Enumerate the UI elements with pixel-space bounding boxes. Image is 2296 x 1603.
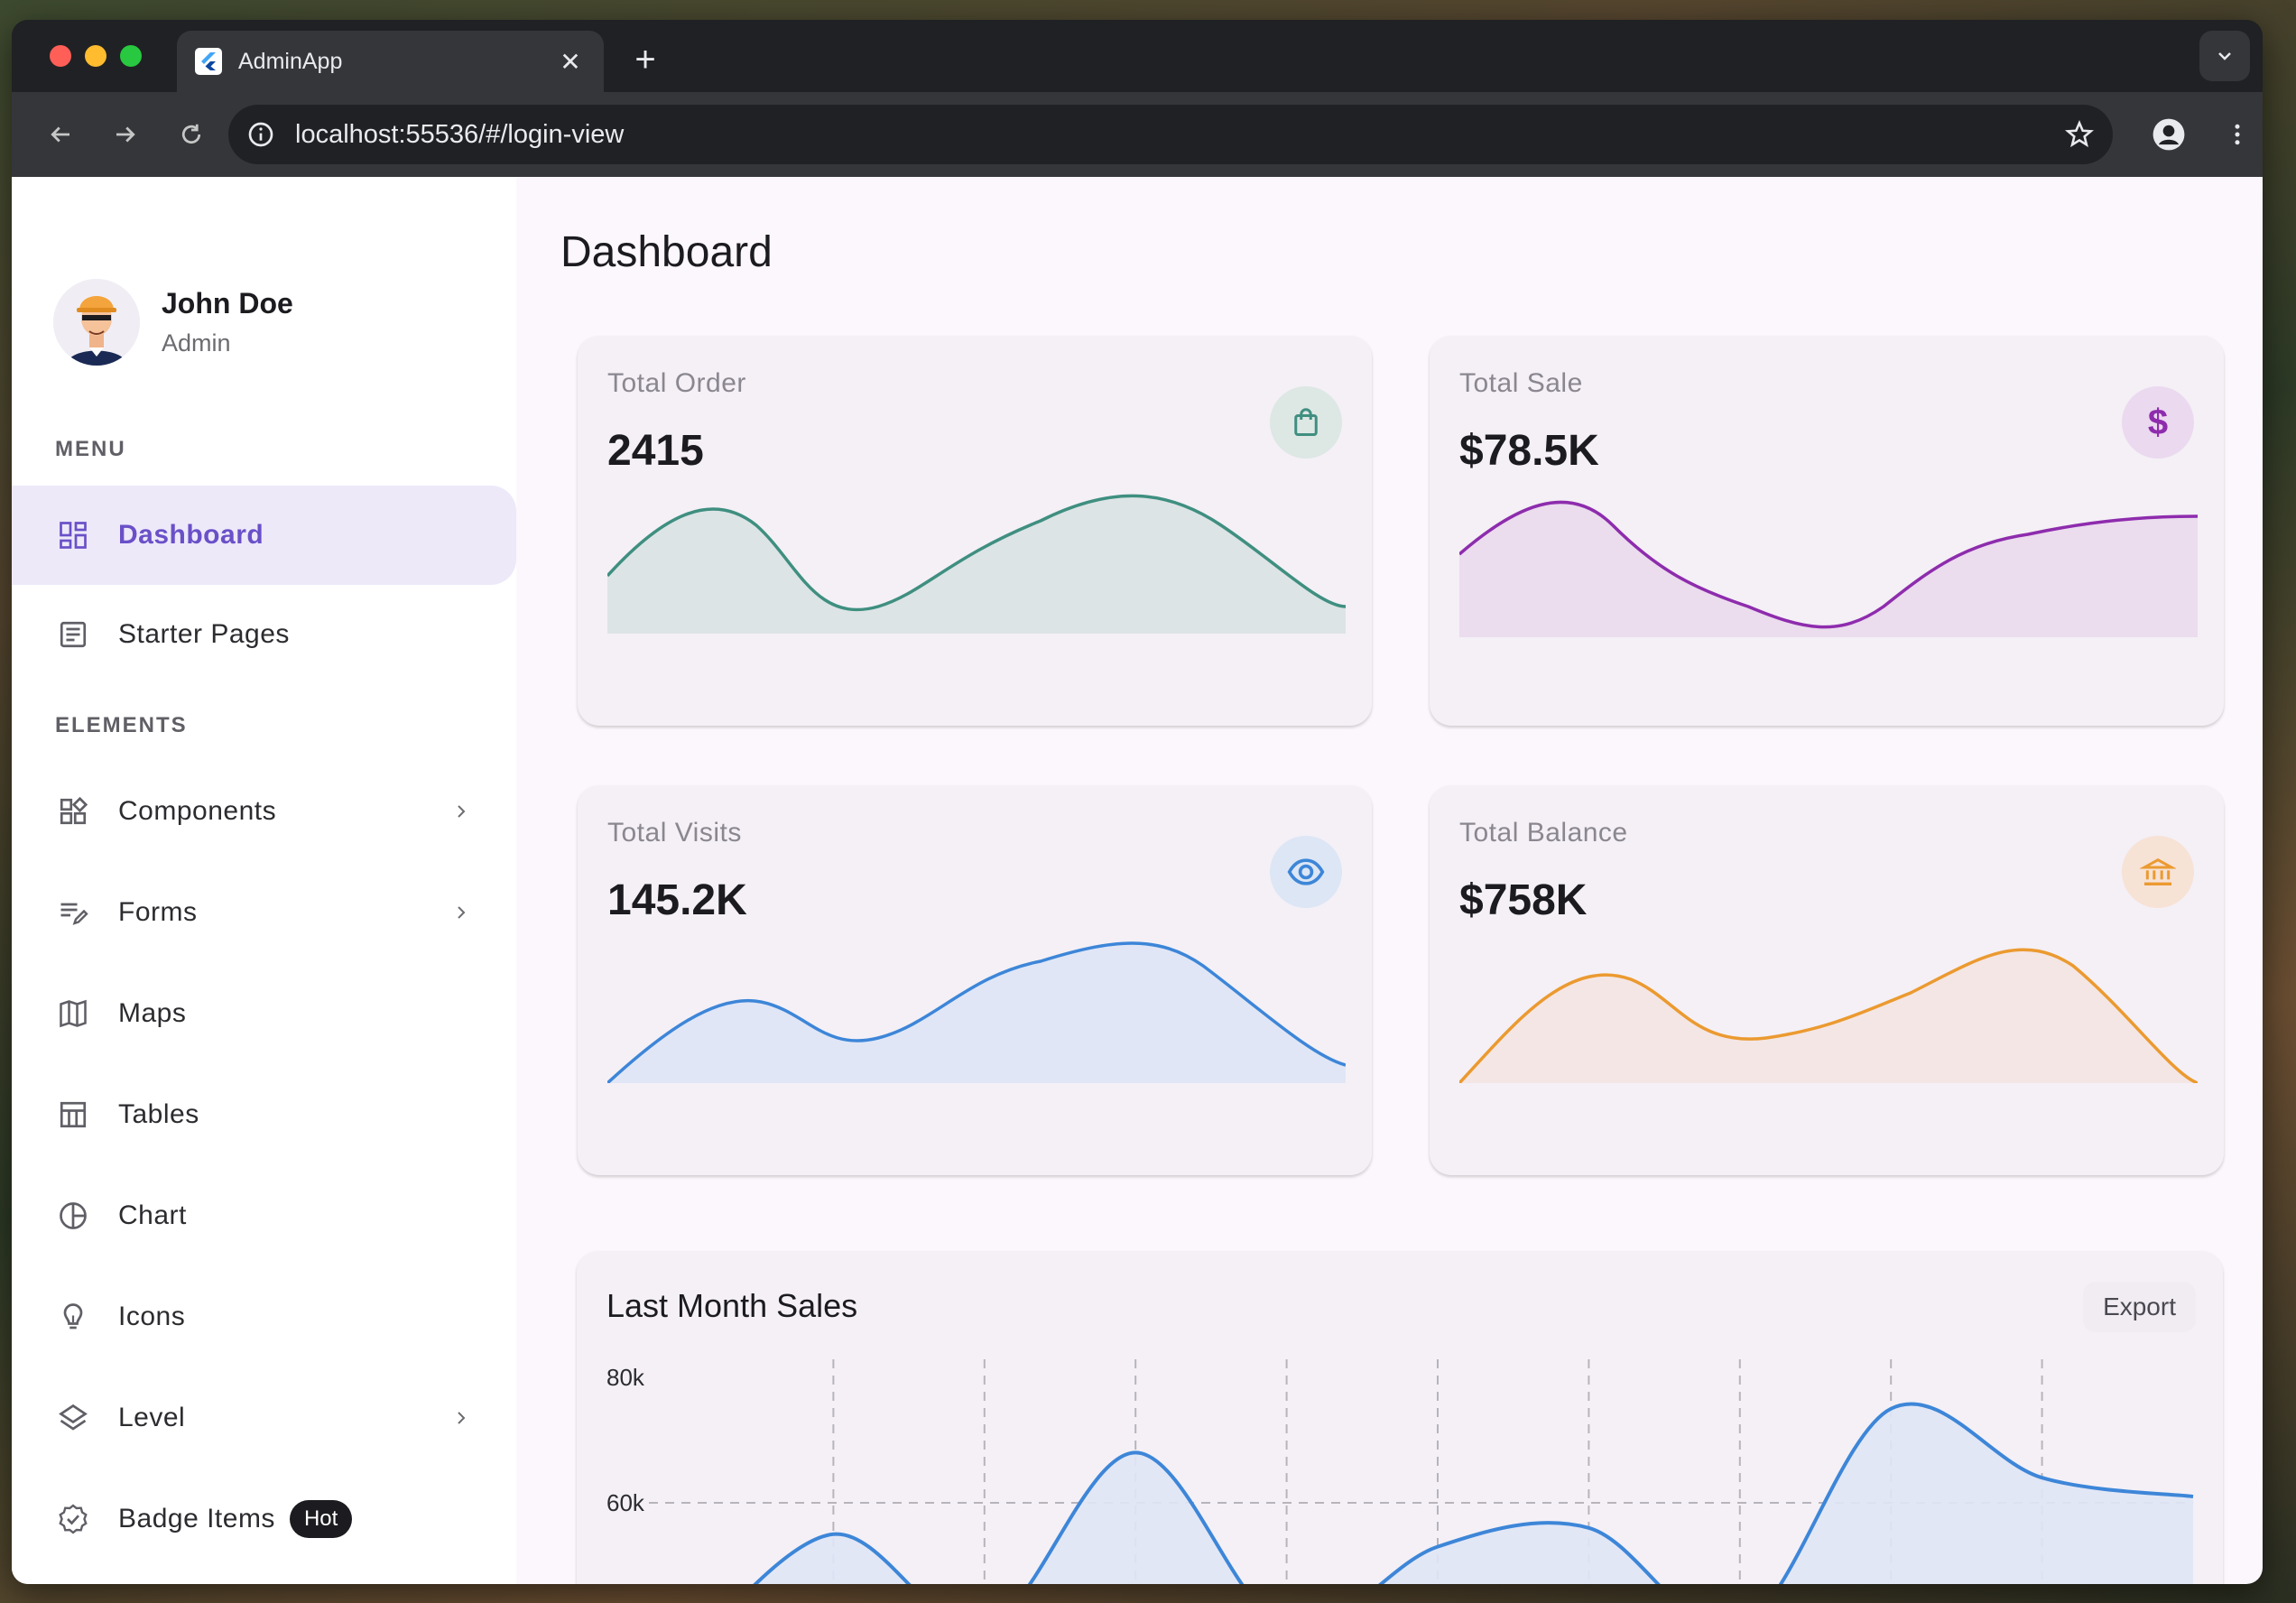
stat-card-total-order: Total Order 2415 <box>578 336 1372 726</box>
sidebar-item-icons[interactable]: Icons <box>12 1267 516 1367</box>
browser-tab[interactable]: AdminApp ✕ <box>177 31 604 92</box>
sidebar-item-label: Dashboard <box>118 520 264 550</box>
sidebar-item-badge-items[interactable]: Badge Items Hot <box>12 1469 516 1569</box>
account-circle-icon <box>2152 118 2185 151</box>
user-profile: John Doe Admin <box>53 279 293 366</box>
sidebar-item-level[interactable]: Level <box>12 1368 516 1468</box>
sidebar-item-tables[interactable]: Tables <box>12 1065 516 1164</box>
back-button[interactable] <box>39 113 82 156</box>
sidebar-item-dashboard[interactable]: Dashboard <box>12 486 516 585</box>
site-info-icon[interactable] <box>246 120 275 149</box>
sidebar-item-label: Chart <box>118 1200 187 1230</box>
dollar-icon: $ <box>2122 386 2194 459</box>
sidebar-item-chart[interactable]: Chart <box>12 1166 516 1265</box>
lightbulb-icon <box>55 1299 91 1335</box>
bookmark-star-icon[interactable] <box>2064 119 2095 150</box>
sidebar-item-label: Maps <box>118 998 187 1028</box>
sales-line-chart: 80k 60k <box>606 1359 2194 1584</box>
arrow-back-icon <box>51 126 69 143</box>
article-icon <box>55 616 91 653</box>
card-label: Total Visits <box>607 818 742 848</box>
sidebar-item-label: Level <box>118 1403 186 1432</box>
sidebar-item-label: Forms <box>118 897 198 927</box>
user-name: John Doe <box>162 287 293 320</box>
bank-icon <box>2122 836 2194 908</box>
sidebar-item-label: Tables <box>118 1099 199 1129</box>
sidebar-item-label: Starter Pages <box>118 619 290 649</box>
last-month-sales-card: Last Month Sales Export 80k 60k <box>577 1251 2223 1584</box>
dashboard-icon <box>55 517 91 553</box>
arrow-forward-icon <box>116 126 135 143</box>
card-label: Total Order <box>607 368 746 398</box>
hot-badge: Hot <box>289 1500 353 1538</box>
card-value: $78.5K <box>1459 427 1599 475</box>
sidebar-item-components[interactable]: Components <box>12 762 516 861</box>
elements-section-label: ELEMENTS <box>55 713 188 737</box>
reload-button[interactable] <box>170 113 213 156</box>
url-text[interactable]: localhost:55536/#/login-view <box>295 120 2064 150</box>
tab-close-icon[interactable]: ✕ <box>555 47 586 77</box>
card-value: 145.2K <box>607 876 747 924</box>
browser-toolbar: localhost:55536/#/login-view <box>12 92 2263 177</box>
eye-icon <box>1270 836 1342 908</box>
address-bar[interactable]: localhost:55536/#/login-view <box>228 105 2113 164</box>
stat-card-total-visits: Total Visits 145.2K <box>578 785 1372 1175</box>
widgets-icon <box>55 793 91 829</box>
tab-bar: AdminApp ✕ + <box>12 20 2263 92</box>
menu-section-label: MENU <box>55 437 126 461</box>
total-order-sparkline <box>607 494 1346 634</box>
card-label: Total Balance <box>1459 818 1628 848</box>
main-content: Dashboard Total Order 2415 Total Sale $7… <box>516 177 2263 1584</box>
reload-icon <box>181 124 201 144</box>
y-tick-label: 60k <box>606 1489 645 1516</box>
page-title: Dashboard <box>560 228 773 276</box>
card-value: 2415 <box>607 427 704 475</box>
layers-icon <box>55 1400 91 1436</box>
chevron-right-icon <box>448 1404 475 1432</box>
forward-button[interactable] <box>104 113 147 156</box>
total-sale-sparkline <box>1459 500 2198 637</box>
user-role: Admin <box>162 329 231 357</box>
new-tab-button[interactable]: + <box>625 40 665 79</box>
shopping-bag-icon <box>1270 386 1342 459</box>
edit-note-icon <box>55 894 91 931</box>
app-viewport: John Doe Admin MENU Dashboard Starter Pa… <box>12 177 2263 1584</box>
y-tick-label: 80k <box>606 1364 645 1391</box>
pie-chart-icon <box>55 1198 91 1234</box>
card-label: Total Sale <box>1459 368 1583 398</box>
maximize-window-button[interactable] <box>120 45 142 67</box>
browser-menu-button[interactable] <box>2216 113 2259 156</box>
minimize-window-button[interactable] <box>85 45 106 67</box>
total-balance-sparkline <box>1459 948 2198 1083</box>
stat-card-total-balance: Total Balance $758K <box>1430 785 2224 1175</box>
sidebar-item-label: Icons <box>118 1302 186 1331</box>
table-icon <box>55 1097 91 1133</box>
sidebar-item-label: Badge Items <box>118 1504 275 1534</box>
card-value: $758K <box>1459 876 1588 924</box>
browser-window: AdminApp ✕ + localhost:55536/#/login-vie… <box>12 20 2263 1584</box>
sidebar-item-label: Components <box>118 796 277 826</box>
sidebar-item-forms[interactable]: Forms <box>12 863 516 962</box>
flutter-favicon-icon <box>195 48 222 75</box>
sidebar-item-maps[interactable]: Maps <box>12 964 516 1063</box>
close-window-button[interactable] <box>50 45 71 67</box>
sidebar: John Doe Admin MENU Dashboard Starter Pa… <box>12 177 516 1584</box>
tab-search-button[interactable] <box>2199 31 2250 81</box>
more-vert-icon <box>2235 124 2240 145</box>
sidebar-item-starter-pages[interactable]: Starter Pages <box>12 585 516 684</box>
chevron-down-icon <box>2218 52 2231 60</box>
tab-title: AdminApp <box>238 48 343 74</box>
map-icon <box>55 996 91 1032</box>
verified-icon <box>55 1501 91 1537</box>
chevron-right-icon <box>448 798 475 825</box>
profile-button[interactable] <box>2147 113 2190 156</box>
stat-card-total-sale: Total Sale $78.5K $ <box>1430 336 2224 726</box>
total-visits-sparkline <box>607 941 1346 1083</box>
chevron-right-icon <box>448 899 475 926</box>
avatar[interactable] <box>53 279 140 366</box>
